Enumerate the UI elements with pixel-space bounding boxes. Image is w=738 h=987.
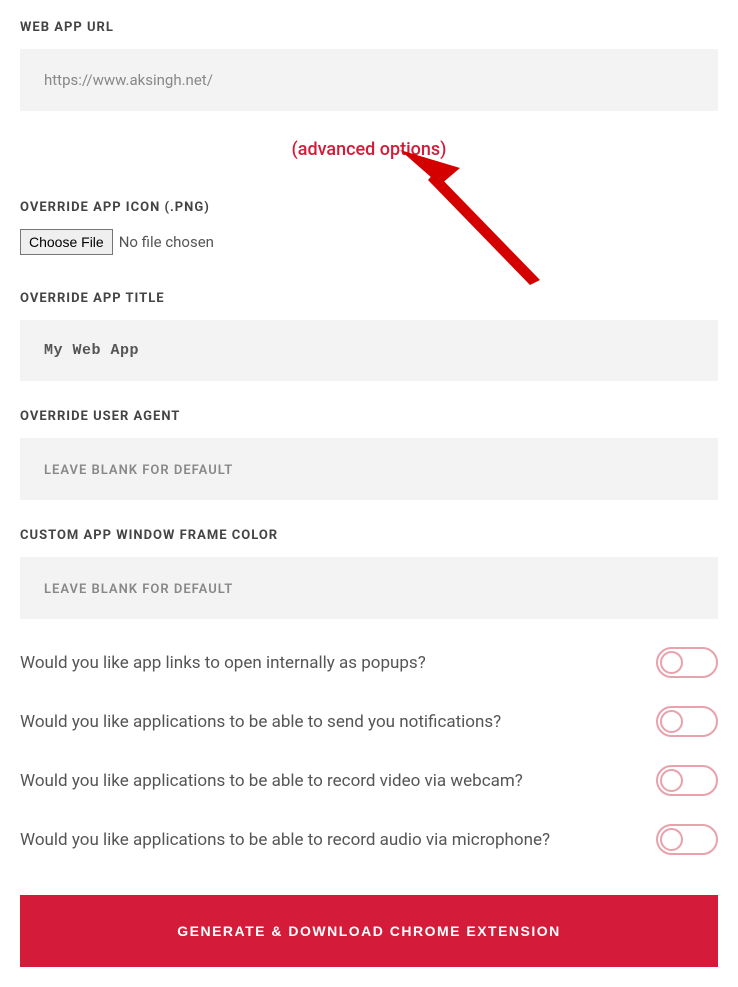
toggle-video[interactable] <box>656 765 718 796</box>
override-user-agent-input[interactable] <box>20 438 718 500</box>
toggle-audio[interactable] <box>656 824 718 855</box>
toggle-knob <box>660 651 683 674</box>
web-app-url-label: Web App URL <box>20 20 718 35</box>
toggle-row-popups: Would you like app links to open interna… <box>20 647 718 678</box>
toggle-row-notifications: Would you like applications to be able t… <box>20 706 718 737</box>
file-input-row: Choose File No file chosen <box>20 229 718 255</box>
toggle-row-audio: Would you like applications to be able t… <box>20 824 718 855</box>
advanced-options-link[interactable]: (advanced options) <box>20 139 718 160</box>
toggle-knob <box>660 828 683 851</box>
toggle-notifications[interactable] <box>656 706 718 737</box>
web-app-url-input[interactable] <box>20 49 718 111</box>
toggle-label-audio: Would you like applications to be able t… <box>20 830 550 850</box>
toggle-label-notifications: Would you like applications to be able t… <box>20 712 501 732</box>
toggle-row-video: Would you like applications to be able t… <box>20 765 718 796</box>
frame-color-label: Custom App Window Frame Color <box>20 528 718 543</box>
frame-color-input[interactable] <box>20 557 718 619</box>
toggle-knob <box>660 710 683 733</box>
override-title-label: Override App Title <box>20 291 718 306</box>
toggle-label-video: Would you like applications to be able t… <box>20 771 523 791</box>
arrow-icon <box>400 150 550 290</box>
toggle-knob <box>660 769 683 792</box>
override-title-input[interactable] <box>20 320 718 381</box>
override-user-agent-label: Override User Agent <box>20 409 718 424</box>
form-container: Web App URL (advanced options) Override … <box>20 20 718 967</box>
override-icon-label: Override App Icon (.PNG) <box>20 200 718 215</box>
toggle-popups[interactable] <box>656 647 718 678</box>
file-status-text: No file chosen <box>119 233 214 251</box>
choose-file-button[interactable]: Choose File <box>20 229 113 255</box>
generate-button[interactable]: Generate & Download Chrome Extension <box>20 895 718 967</box>
toggle-label-popups: Would you like app links to open interna… <box>20 653 426 673</box>
